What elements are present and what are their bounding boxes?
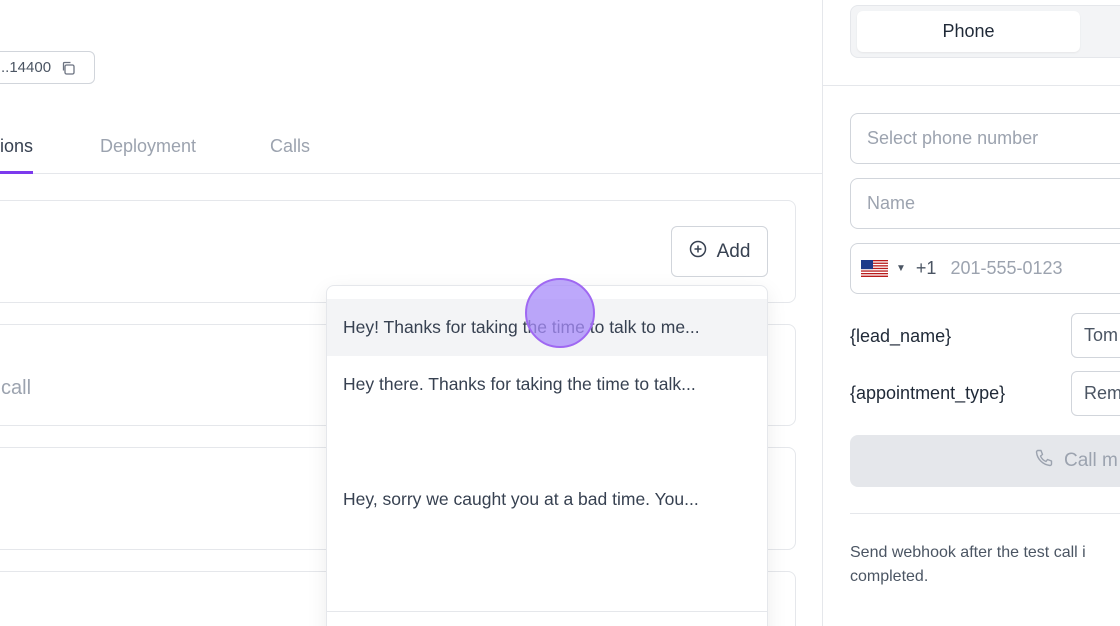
phone-icon xyxy=(1034,448,1054,474)
variable-input[interactable]: Rem xyxy=(1071,371,1120,416)
plus-circle-icon xyxy=(689,240,707,264)
divider xyxy=(823,85,1120,86)
tab-deployment[interactable]: Deployment xyxy=(100,136,196,174)
dropdown-divider xyxy=(327,611,767,612)
variable-label: {appointment_type} xyxy=(850,383,1006,403)
tab-calls[interactable]: Calls xyxy=(270,136,310,174)
variable-label: {lead_name} xyxy=(850,326,952,346)
country-code: +1 xyxy=(915,258,937,278)
test-call-sidebar: Phone Select phone number Name ▼ +1 201-… xyxy=(822,0,1120,626)
mode-switcher: Phone xyxy=(850,5,1120,58)
us-flag-icon[interactable] xyxy=(861,260,888,277)
name-field[interactable]: Name xyxy=(850,178,1120,229)
call-me-button[interactable]: Call m xyxy=(850,435,1120,487)
cursor-indicator xyxy=(525,278,595,348)
webhook-description: Send webhook after the test call i compl… xyxy=(850,544,1086,585)
call-button-label: Call m xyxy=(1064,450,1118,471)
variable-input[interactable]: Tom xyxy=(1071,313,1120,358)
phone-placeholder: 201-555-0123 xyxy=(950,258,1063,278)
name-placeholder: Name xyxy=(867,193,916,213)
dropdown-option[interactable]: Hey there. Thanks for taking the time to… xyxy=(327,356,767,413)
tab-bar: ions Deployment Calls xyxy=(0,0,822,174)
phone-select-placeholder: Select phone number xyxy=(867,128,1039,148)
add-button[interactable]: Add xyxy=(671,226,768,277)
main-panel: ..14400 ions Deployment Calls call Add H… xyxy=(0,0,822,626)
tab-phone[interactable]: Phone xyxy=(857,11,1080,52)
card-text: call xyxy=(1,377,32,399)
phone-input[interactable]: ▼ +1 201-555-0123 xyxy=(850,243,1120,294)
add-button-label: Add xyxy=(716,240,751,262)
dropdown-option[interactable]: Hey, sorry we caught you at a bad time. … xyxy=(327,471,767,528)
tab-instructions[interactable]: ions xyxy=(0,136,34,174)
phone-number-select[interactable]: Select phone number xyxy=(850,113,1120,164)
chevron-down-icon[interactable]: ▼ xyxy=(896,263,906,274)
divider xyxy=(850,513,1120,514)
